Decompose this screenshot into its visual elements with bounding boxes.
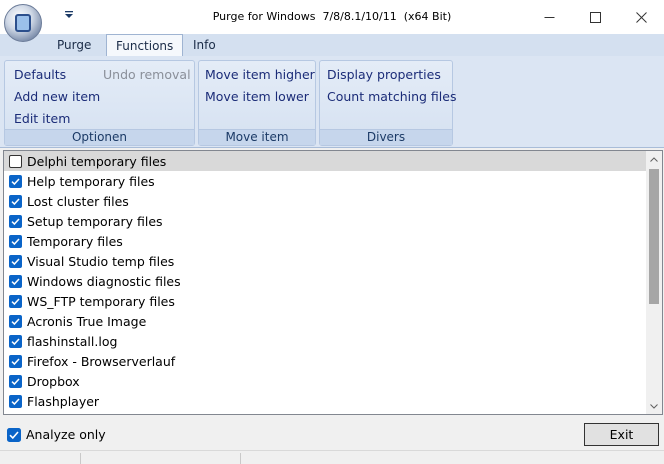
list-item-label: WS_FTP temporary files	[27, 293, 175, 309]
checkmark-icon	[11, 237, 20, 245]
checked-checkbox[interactable]	[9, 234, 22, 248]
status-separator	[80, 453, 81, 464]
list-item[interactable]: Temporary files	[4, 231, 646, 251]
chevron-up-icon	[650, 156, 658, 162]
checked-checkbox[interactable]	[9, 394, 22, 408]
list-item-label: Visual Studio temp files	[27, 253, 175, 269]
checked-checkbox[interactable]	[9, 194, 22, 208]
list-item-label: Delphi temporary files	[27, 153, 167, 169]
minimize-icon	[544, 16, 554, 18]
ribbon-tabs: Purge Functions Info	[0, 34, 664, 58]
group-optionen: Defaults Undo removal Add new item Edit …	[4, 60, 195, 146]
checked-checkbox[interactable]	[9, 174, 22, 188]
list-item[interactable]: Lost cluster files	[4, 191, 646, 211]
checked-checkbox[interactable]	[9, 214, 22, 228]
checked-checkbox[interactable]	[9, 334, 22, 348]
vertical-scrollbar[interactable]	[646, 151, 662, 414]
list-item-label: flashinstall.log	[27, 333, 118, 349]
undo-removal-button[interactable]: Undo removal	[103, 67, 191, 82]
status-separator	[240, 453, 241, 464]
status-bar	[0, 450, 664, 464]
checkmark-icon	[11, 257, 20, 265]
checkmark-icon	[11, 277, 20, 285]
group-move-item: Move item higher Move item lower Move it…	[198, 60, 316, 146]
tab-functions[interactable]: Functions	[106, 34, 184, 58]
scrollbar-thumb[interactable]	[649, 169, 659, 304]
checkmark-icon	[11, 357, 20, 365]
group-divers: Display properties Count matching files …	[319, 60, 456, 146]
list-item[interactable]: Flashplayer	[4, 391, 646, 411]
close-button[interactable]	[618, 2, 664, 32]
move-item-higher-button[interactable]: Move item higher	[205, 67, 315, 82]
scroll-down-button[interactable]	[646, 398, 662, 414]
checkmark-icon	[11, 377, 20, 385]
exit-button[interactable]: Exit	[584, 423, 659, 446]
purge-item-list[interactable]: Delphi temporary files Help temporary fil…	[3, 150, 663, 415]
maximize-icon	[589, 11, 601, 23]
checked-checkbox[interactable]	[9, 374, 22, 388]
list-item[interactable]: Delphi temporary files	[4, 151, 646, 171]
minimize-button[interactable]	[526, 2, 572, 32]
list-item-label: Help temporary files	[27, 173, 155, 189]
list-item-label: Temporary files	[27, 233, 123, 249]
list-item[interactable]: Firefox - Browserverlauf	[4, 351, 646, 371]
chevron-down-icon	[650, 403, 658, 409]
checkmark-icon	[11, 177, 20, 185]
tab-purge[interactable]: Purge	[48, 34, 100, 57]
unchecked-checkbox[interactable]	[9, 154, 22, 168]
list-item-label: Setup temporary files	[27, 213, 163, 229]
list-item[interactable]: Dropbox	[4, 371, 646, 391]
checkmark-icon	[11, 297, 20, 305]
checkmark-icon	[11, 317, 20, 325]
checked-checkbox[interactable]	[9, 354, 22, 368]
count-matching-files-button[interactable]: Count matching files	[327, 89, 456, 104]
checked-checkbox[interactable]	[9, 314, 22, 328]
maximize-button[interactable]	[572, 2, 618, 32]
list-item-label: Flashplayer	[27, 393, 100, 409]
list-item[interactable]: Windows diagnostic files	[4, 271, 646, 291]
tab-info[interactable]: Info	[184, 34, 225, 57]
move-item-lower-button[interactable]: Move item lower	[205, 89, 309, 104]
edit-item-button[interactable]: Edit item	[14, 111, 70, 126]
list-item[interactable]: Acronis True Image	[4, 311, 646, 331]
add-new-item-button[interactable]: Add new item	[14, 89, 100, 104]
app-icon-glyph	[15, 14, 31, 32]
list-item[interactable]: flashinstall.log	[4, 331, 646, 351]
list-item-label: Lost cluster files	[27, 193, 129, 209]
close-icon	[635, 11, 647, 23]
checkmark-icon	[11, 217, 20, 225]
list-item-label: Dropbox	[27, 373, 80, 389]
list-item-label: Acronis True Image	[27, 313, 147, 329]
analyze-only-checkbox[interactable]	[7, 428, 21, 442]
analyze-only-label[interactable]: Analyze only	[26, 427, 106, 442]
ribbon: Defaults Undo removal Add new item Edit …	[0, 56, 664, 148]
checkmark-icon	[11, 397, 20, 405]
scroll-up-button[interactable]	[646, 151, 662, 167]
title-bar: Purge for Windows 7/8/8.1/10/11 (x64 Bit…	[0, 0, 664, 42]
checked-checkbox[interactable]	[9, 294, 22, 308]
checkmark-icon	[11, 197, 20, 205]
group-label-move-item: Move item	[199, 129, 315, 145]
defaults-button[interactable]: Defaults	[14, 67, 66, 82]
list-item[interactable]: Setup temporary files	[4, 211, 646, 231]
group-label-optionen: Optionen	[5, 129, 194, 145]
list-item[interactable]: Visual Studio temp files	[4, 251, 646, 271]
group-label-divers: Divers	[320, 129, 452, 145]
list-item[interactable]: Help temporary files	[4, 171, 646, 191]
checked-checkbox[interactable]	[9, 274, 22, 288]
list-item-label: Firefox - Browserverlauf	[27, 353, 176, 369]
list-item[interactable]: WS_FTP temporary files	[4, 291, 646, 311]
list-item-label: Windows diagnostic files	[27, 273, 181, 289]
checkmark-icon	[11, 337, 20, 345]
checked-checkbox[interactable]	[9, 254, 22, 268]
purge-app-icon[interactable]	[4, 4, 42, 42]
display-properties-button[interactable]: Display properties	[327, 67, 441, 82]
